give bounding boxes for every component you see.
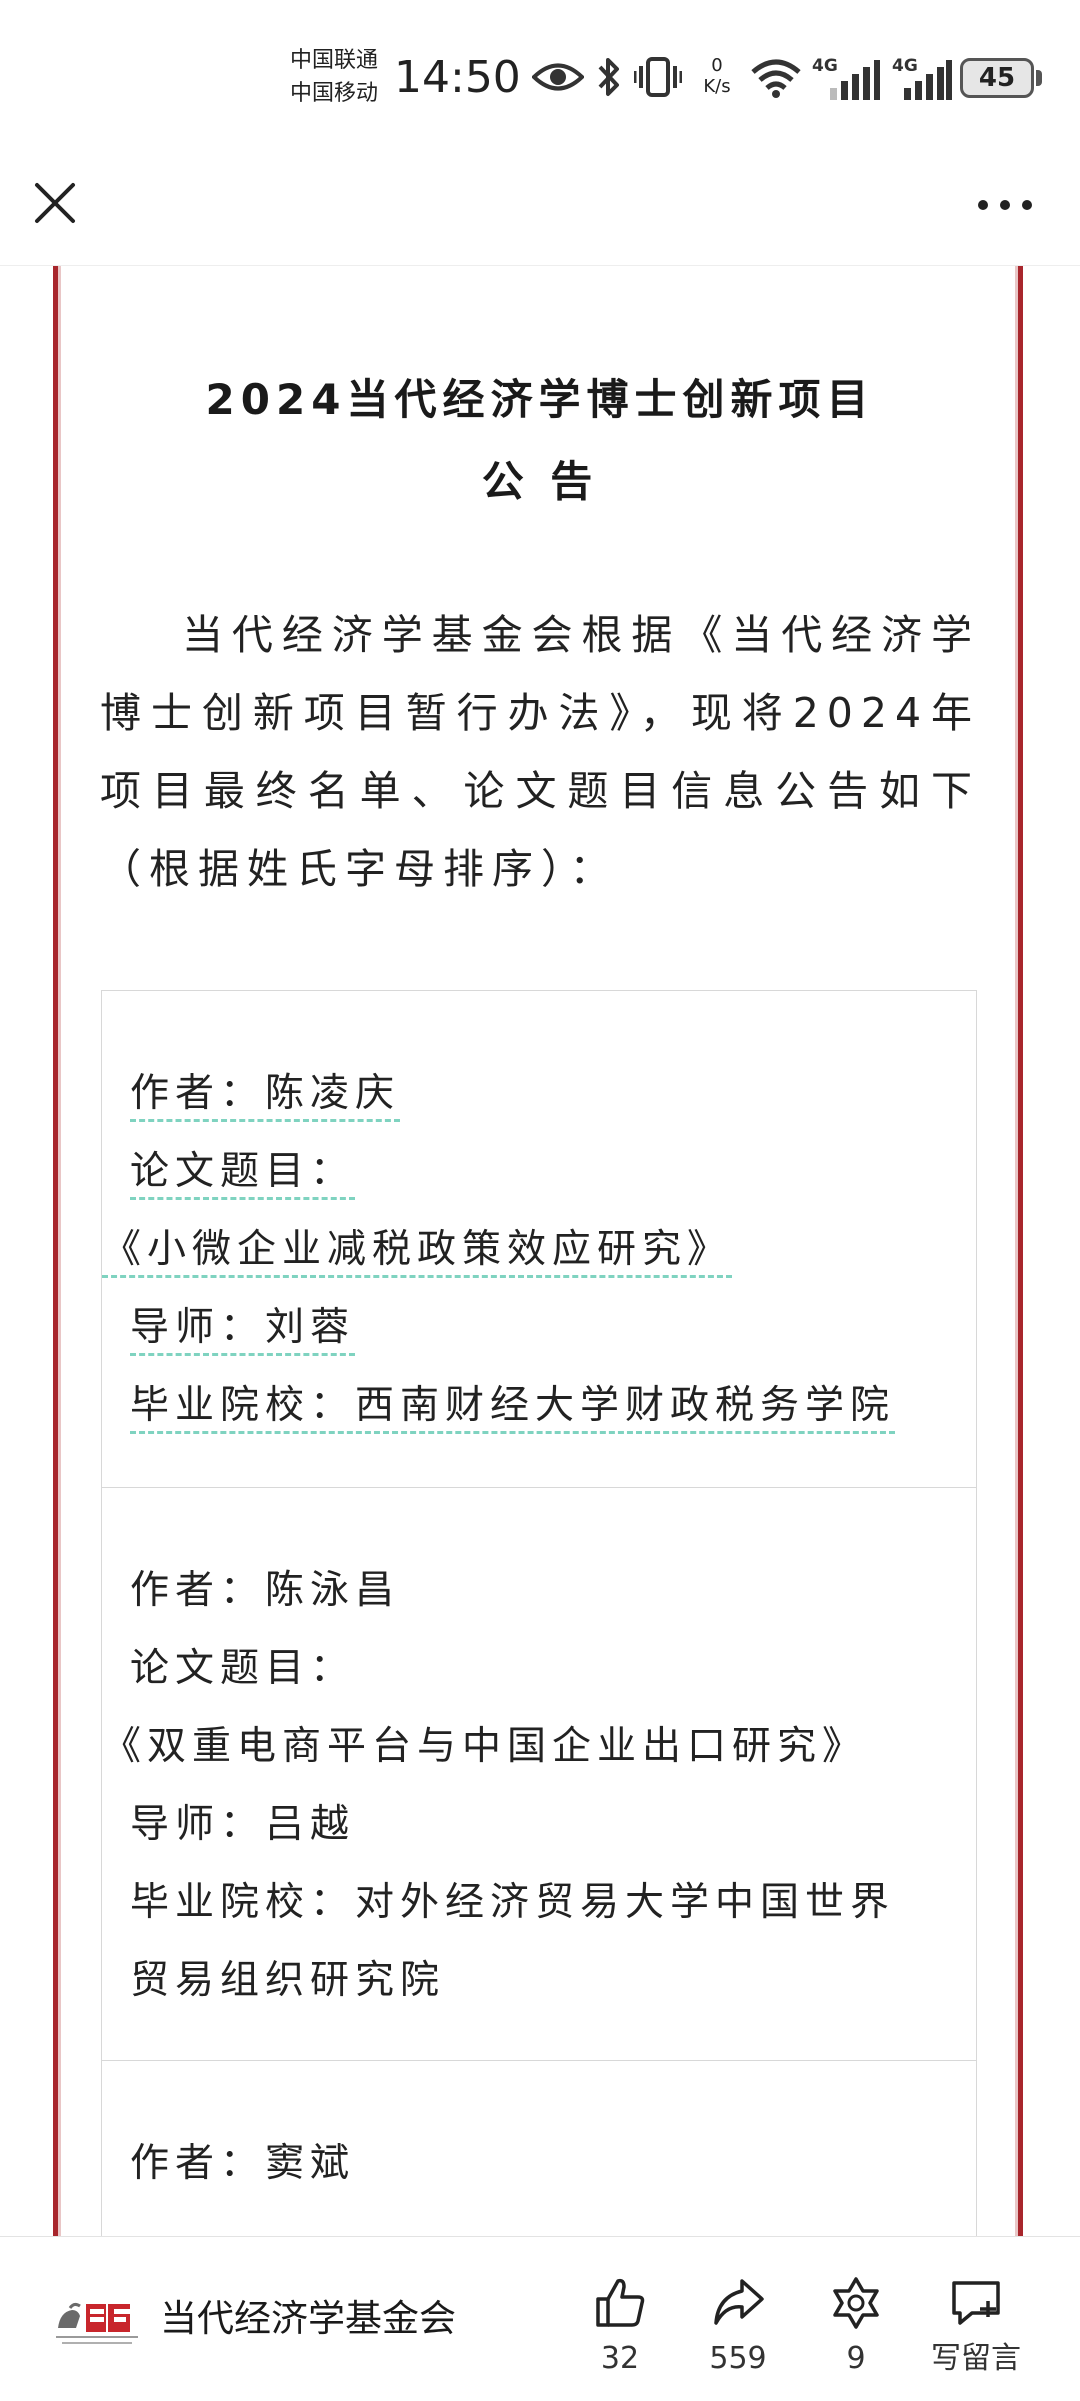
like-count: 32	[600, 2341, 640, 2376]
record-school: 毕业院校：对外经济贸易大学中国世界	[130, 1880, 896, 1925]
close-icon	[35, 183, 75, 223]
record-advisor: 导师：刘蓉	[130, 1305, 356, 1356]
article-body[interactable]: 2024当代经济学博士创新项目 公 告 当代经济学基金会根据《当代经济学博士创新…	[0, 266, 1080, 2236]
record-3: 作者：窦斌	[102, 2061, 976, 2236]
article-subtitle: 公 告	[481, 457, 599, 506]
carrier-2: 中国移动	[290, 81, 379, 106]
comment-icon	[952, 2281, 1000, 2325]
record-author: 作者：窦斌	[130, 2141, 356, 2186]
signal-icon-2: 4G	[892, 56, 954, 100]
frame-shadow-left	[58, 266, 61, 2236]
status-time: 14:50	[394, 52, 521, 103]
battery-icon: 45	[960, 58, 1034, 98]
record-1: 作者：陈凌庆 论文题目： 《小微企业减税政策效应研究》 导师：刘蓉 毕业院校：西…	[102, 991, 976, 1488]
vibrate-icon	[634, 57, 682, 97]
signal-bars-1	[830, 60, 880, 100]
favorite-button[interactable]: 9	[801, 2275, 911, 2379]
account-logo[interactable]	[52, 2294, 144, 2350]
status-bar: 中国联通 中国移动 14:50 0 K/s 4G 4G 45	[0, 0, 1080, 150]
account-name[interactable]: 当代经济学基金会	[160, 2294, 456, 2344]
article-title: 2024当代经济学博士创新项目	[205, 375, 875, 424]
bluetooth-icon	[598, 58, 619, 96]
share-count: 559	[709, 2341, 767, 2376]
favorite-count: 9	[846, 2341, 866, 2376]
nav-bar	[0, 150, 1080, 266]
close-button[interactable]	[30, 178, 80, 228]
record-school-cont: 贸易组织研究院	[130, 1958, 446, 2003]
favorite-icon	[833, 2277, 879, 2329]
comment-label: 写留言	[931, 2341, 1021, 2376]
signal-icon-1: 4G	[812, 56, 882, 100]
record-2: 作者：陈泳昌 论文题目： 《双重电商平台与中国企业出口研究》 导师：吕越 毕业院…	[102, 1488, 976, 2061]
record-title: 《双重电商平台与中国企业出口研究》	[102, 1724, 868, 1769]
record-title-label: 论文题目：	[130, 1149, 356, 1200]
bottom-bar: 当代经济学基金会 32 559 9 写留言	[0, 2236, 1080, 2401]
record-title-label: 论文题目：	[130, 1646, 356, 1691]
record-school: 毕业院校：西南财经大学财政税务学院	[130, 1383, 896, 1434]
records-table: 作者：陈凌庆 论文题目： 《小微企业减税政策效应研究》 导师：刘蓉 毕业院校：西…	[101, 990, 977, 2236]
record-author: 作者：陈凌庆	[130, 1071, 401, 1122]
thumbs-up-icon	[596, 2278, 645, 2327]
like-button[interactable]: 32	[565, 2275, 675, 2379]
wifi-icon	[751, 59, 801, 98]
record-author: 作者：陈泳昌	[130, 1568, 401, 1613]
net-speed-unit: K/s	[703, 76, 731, 97]
eye-icon	[532, 63, 584, 91]
carrier-1: 中国联通	[290, 48, 379, 73]
share-button[interactable]: 559	[683, 2275, 793, 2379]
net-speed: 0 K/s	[697, 55, 737, 97]
signal-bars-2	[904, 60, 952, 100]
record-advisor: 导师：吕越	[130, 1802, 356, 1847]
article-intro: 当代经济学基金会根据《当代经济学博士创新项目暂行办法》，现将2024年项目最终名…	[100, 611, 980, 893]
net-speed-value: 0	[711, 55, 723, 76]
frame-shadow-right	[1015, 266, 1018, 2236]
more-button[interactable]	[975, 180, 1035, 230]
carrier-labels: 中国联通 中国移动	[290, 44, 378, 110]
record-title: 《小微企业减税政策效应研究》	[102, 1227, 733, 1278]
share-icon	[714, 2279, 764, 2325]
battery-tip	[1036, 70, 1042, 86]
more-icon	[978, 200, 1032, 210]
comment-button[interactable]: 写留言	[920, 2275, 1032, 2379]
frame-border-right	[1018, 266, 1023, 2236]
